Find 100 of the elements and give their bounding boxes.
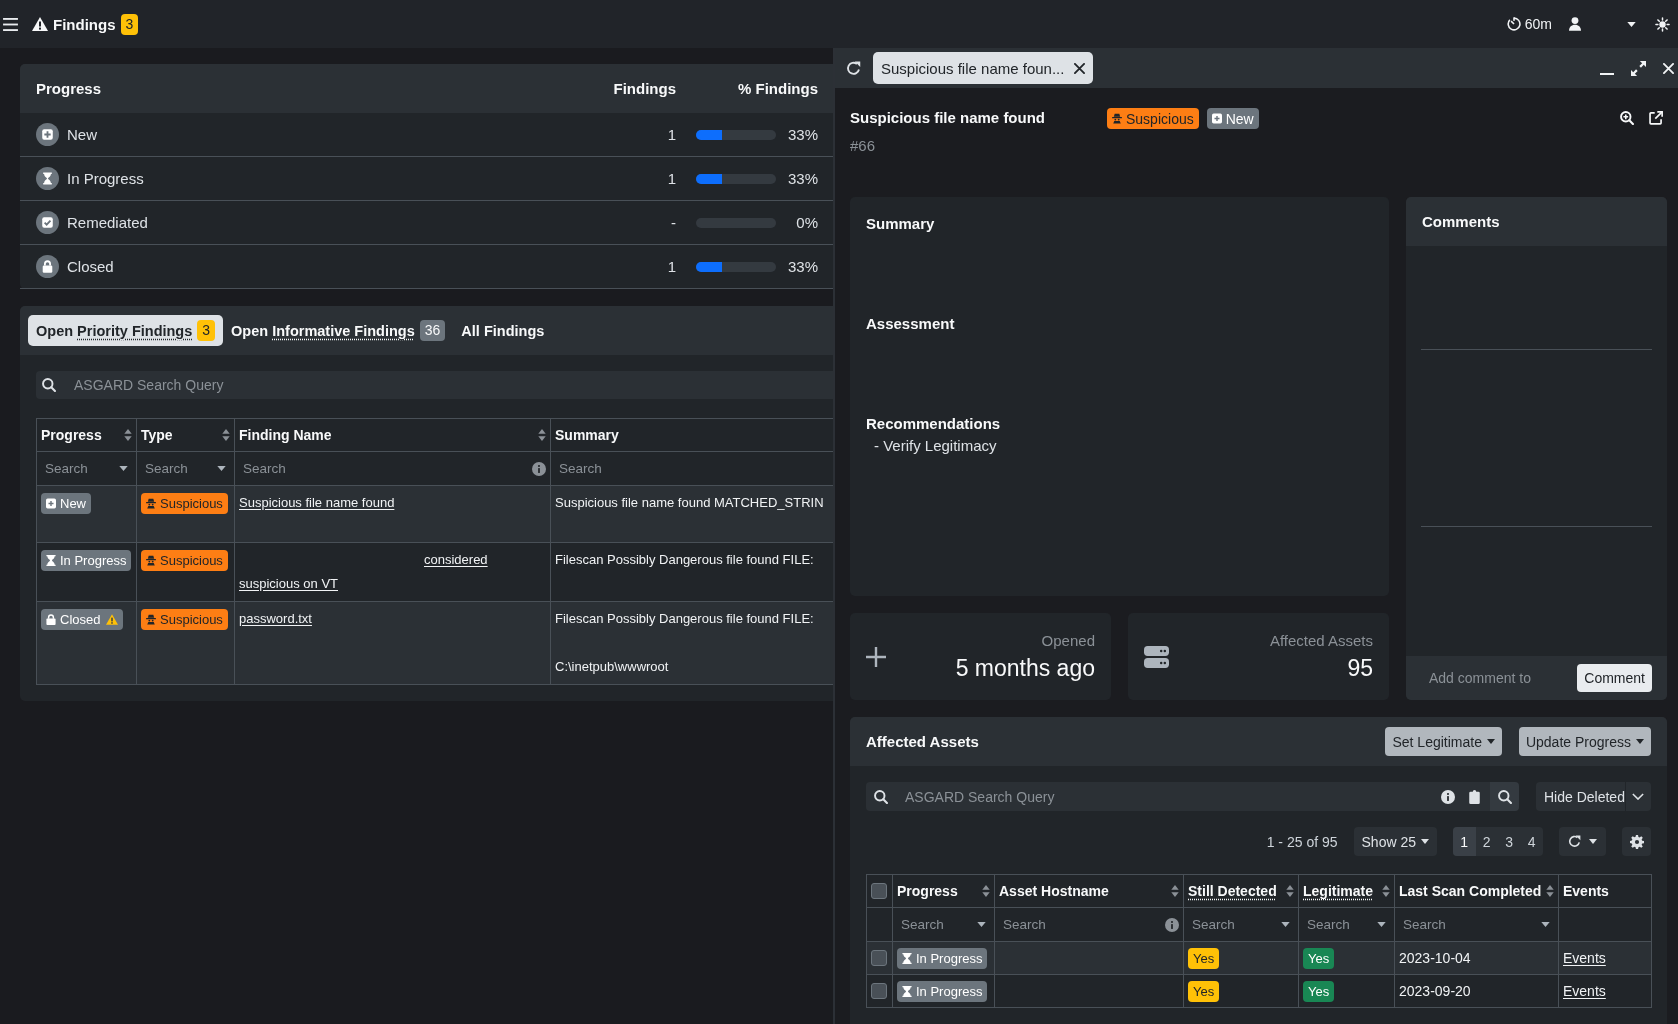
stat-label: Opened [1041,630,1095,651]
column-header: % Findings [738,80,818,97]
sort-icon[interactable] [1546,885,1554,897]
refresh-icon[interactable] [846,60,861,76]
filter-field[interactable]: Search [234,451,551,486]
info-icon[interactable] [532,461,546,476]
tab[interactable]: Open Priority Findings 3 [28,315,224,346]
filter-select[interactable]: Hide Deleted [1536,782,1651,811]
plus-square-icon [46,498,56,510]
search-field[interactable]: ASGARD Search Query [866,782,1490,811]
status-label: Remediated [67,214,148,231]
column-header: Progress [36,80,103,97]
timer-icon[interactable] [1506,17,1521,31]
status-label: Closed [67,258,114,275]
finding-link[interactable]: password.txt [239,607,312,631]
search-input[interactable]: ASGARD Search Query [905,785,1441,808]
percent-text: 33% [787,170,818,187]
chevron-down-icon [1632,793,1645,800]
finding-number: #66 [850,136,876,156]
settings-button[interactable] [1622,827,1651,856]
sun-icon[interactable] [1655,16,1670,32]
warning-icon [32,17,48,31]
filter-input[interactable]: Search [1399,913,1537,936]
session-timer[interactable]: 60m [1524,16,1552,32]
search-button[interactable] [1490,782,1519,811]
filter-input[interactable]: Search [999,913,1161,936]
search-icon [42,378,56,392]
filter-input[interactable]: Search [1188,913,1277,936]
filter-field[interactable]: Search [36,451,137,486]
checkbox[interactable] [871,983,887,999]
caret-icon[interactable] [1281,922,1290,927]
filter-input[interactable]: Search [141,457,213,480]
info-icon[interactable] [1165,917,1179,932]
count-text: 1 [667,126,676,143]
filter-input[interactable]: Search [239,457,528,480]
filter-field[interactable]: Search [994,907,1184,942]
progress-label: New [1225,111,1254,126]
spy-icon [146,555,156,567]
page-button[interactable]: 4 [1520,827,1543,856]
percent-text: 33% [787,258,818,275]
caret-icon [1636,739,1644,744]
sort-icon[interactable] [982,885,990,897]
sort-icon[interactable] [1171,885,1179,897]
page-button[interactable]: 3 [1498,827,1521,856]
info-icon[interactable] [1441,789,1455,804]
section-title: Affected Assets [866,733,979,750]
page-button[interactable]: 2 [1475,827,1498,856]
panel-tab[interactable]: Suspicious file name foun... [873,52,1094,84]
search-input[interactable]: ASGARD Search Query [74,374,827,396]
stat-label: Affected Assets [1269,630,1373,651]
page-size-button[interactable]: Show 25 [1353,827,1437,856]
comment-input[interactable]: Add comment to [1429,667,1570,689]
caret-icon[interactable] [217,466,226,471]
search-field[interactable]: ASGARD Search Query [36,371,833,399]
type-label: Suspicious [160,554,223,568]
caret-icon[interactable] [1627,21,1636,27]
filter-input[interactable]: Search [555,457,829,480]
external-link-icon[interactable] [1649,111,1663,125]
sort-icon[interactable] [1286,885,1294,897]
filter-input[interactable]: Search [897,913,973,936]
plus-icon [866,646,886,667]
filter-field[interactable]: Search [1183,907,1299,942]
caret-icon[interactable] [1377,922,1386,927]
caret-icon[interactable] [977,922,986,927]
page-button[interactable]: 1 [1453,827,1476,856]
refresh-button[interactable] [1559,827,1606,856]
checkbox[interactable] [871,883,887,899]
search-icon [1497,789,1512,804]
section-heading: Summary [866,214,935,234]
tab[interactable]: Open Informative Findings 36 [223,315,454,346]
sort-icon[interactable] [538,429,546,441]
filter-field[interactable]: Search [136,451,235,486]
caret-icon [1421,839,1429,844]
zoom-in-icon[interactable] [1620,111,1634,125]
expand-icon[interactable] [1631,60,1646,76]
dropdown-button[interactable]: Update Progress [1518,727,1651,756]
count-badge: 3 [197,320,216,341]
caret-icon[interactable] [119,466,128,471]
comment-button[interactable]: Comment [1577,664,1652,692]
sort-icon[interactable] [124,429,132,441]
close-icon[interactable] [1074,62,1086,74]
user-icon[interactable] [1569,17,1581,31]
menu-icon[interactable] [3,17,18,31]
column-header[interactable]: Type [141,427,173,443]
section-text: - Verify Legitimacy [874,436,997,456]
filter-field[interactable]: Search [892,907,995,942]
lock-icon [46,614,56,626]
filter-input[interactable]: Search [41,457,115,480]
column-header[interactable]: Finding Name [239,427,332,443]
filter-input[interactable]: Search [1303,913,1373,936]
clipboard-icon[interactable] [1469,789,1480,804]
sort-icon[interactable] [222,429,230,441]
checkbox[interactable] [871,950,887,966]
caret-icon[interactable] [1541,922,1550,927]
dropdown-button[interactable]: Set Legitimate [1385,727,1502,756]
sort-icon[interactable] [1382,885,1390,897]
filter-field[interactable]: Search [1298,907,1395,942]
tab[interactable]: All Findings [453,315,553,346]
summary-text: Filescan Possibly Dangerous file found FILE: C:\inetpub\wwwroot [555,610,814,676]
filter-field[interactable]: Search [1394,907,1559,942]
